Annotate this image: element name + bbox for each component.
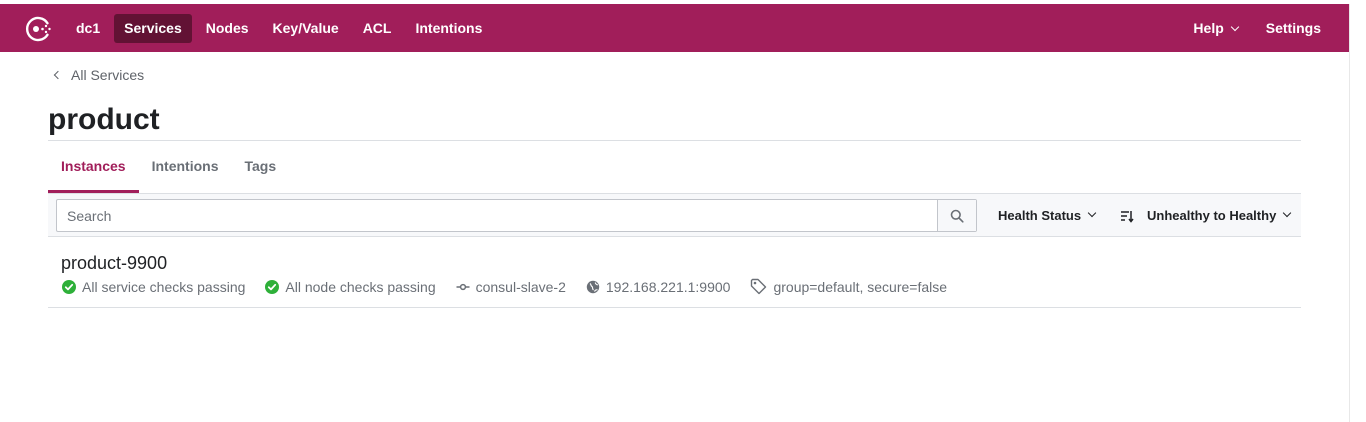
sort-icon (1121, 210, 1134, 223)
address-value: 192.168.221.1:9900 (605, 278, 731, 295)
sort-label: Unhealthy to Healthy (1147, 208, 1277, 223)
service-checks-status: All service checks passing (62, 279, 245, 295)
sort-dropdown[interactable]: Unhealthy to Healthy (1120, 199, 1292, 232)
chevron-left-icon (53, 70, 63, 80)
tab-bar: Instances Intentions Tags (48, 141, 289, 193)
datacenter-selector[interactable]: dc1 (66, 14, 110, 43)
list-item[interactable]: product-9900 All service checks passing … (48, 238, 1301, 308)
search-box (56, 199, 977, 232)
tags-value: group=default, secure=false (773, 278, 948, 295)
help-label: Help (1193, 19, 1224, 36)
breadcrumb-all-services[interactable]: All Services (71, 67, 144, 83)
node-checks-label: All node checks passing (285, 278, 436, 295)
nav-key-value[interactable]: Key/Value (263, 14, 349, 43)
search-button[interactable] (937, 200, 976, 231)
settings-link[interactable]: Settings (1262, 14, 1325, 43)
chevron-down-icon (1087, 208, 1097, 217)
main-nav: dc1 Services Nodes Key/Value ACL Intenti… (66, 4, 492, 52)
instance-tags: group=default, secure=false (750, 278, 947, 295)
search-toolbar: Health Status Unhealthy to Healthy (48, 194, 1301, 237)
top-navbar: dc1 Services Nodes Key/Value ACL Intenti… (0, 4, 1349, 52)
tab-intentions[interactable]: Intentions (139, 141, 232, 193)
chevron-down-icon (1230, 22, 1240, 31)
nav-right: Help Settings (1189, 4, 1325, 52)
nav-intentions[interactable]: Intentions (405, 14, 492, 43)
instance-meta: All service checks passing All node chec… (62, 278, 967, 295)
search-input[interactable] (57, 200, 937, 231)
nav-acl[interactable]: ACL (353, 14, 402, 43)
health-status-filter[interactable]: Health Status (998, 199, 1097, 232)
check-circle-icon (265, 279, 280, 294)
search-icon (950, 209, 964, 223)
check-circle-icon (62, 279, 76, 294)
globe-icon (586, 280, 600, 293)
tag-icon (751, 278, 767, 295)
node-link: consul-slave-2 (456, 279, 566, 295)
node-checks-status: All node checks passing (265, 278, 436, 295)
instance-address: 192.168.221.1:9900 (586, 278, 731, 295)
chevron-down-icon (1283, 208, 1292, 217)
nav-nodes[interactable]: Nodes (196, 14, 259, 43)
breadcrumb[interactable]: All Services (52, 66, 144, 84)
tab-instances[interactable]: Instances (48, 141, 139, 193)
node-name[interactable]: consul-slave-2 (476, 279, 566, 295)
page-title: product (48, 103, 160, 136)
consul-logo-icon[interactable] (23, 14, 53, 44)
health-status-label: Health Status (998, 208, 1082, 223)
help-menu[interactable]: Help (1189, 14, 1241, 43)
tab-tags[interactable]: Tags (231, 141, 289, 193)
instance-name[interactable]: product-9900 (61, 252, 167, 274)
page-scrollbar[interactable] (1349, 4, 1366, 422)
node-icon (456, 283, 470, 290)
service-checks-label: All service checks passing (82, 278, 246, 295)
nav-services[interactable]: Services (114, 13, 192, 43)
